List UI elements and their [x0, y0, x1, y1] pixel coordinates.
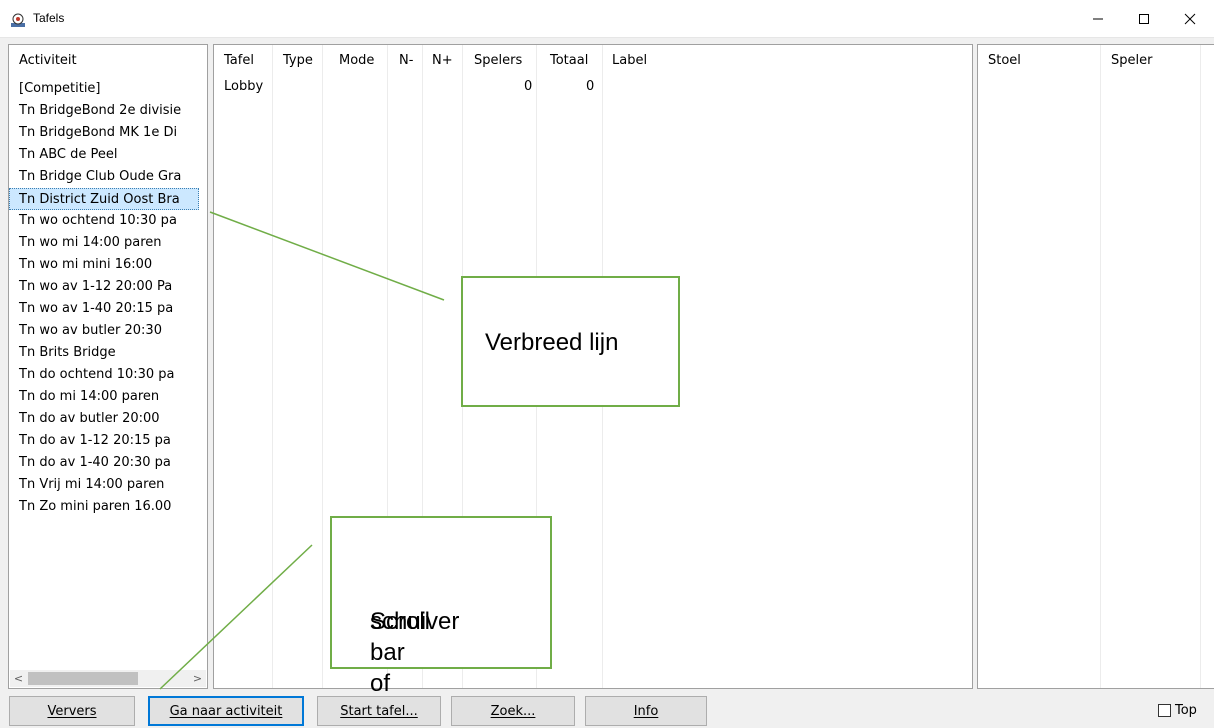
horizontal-scrollbar[interactable]: < > — [10, 670, 206, 687]
minimize-button[interactable] — [1075, 0, 1121, 38]
close-icon — [1184, 13, 1196, 25]
list-item[interactable]: Tn wo av 1-12 20:00 Pa — [9, 276, 207, 298]
column-header-n-min[interactable]: N- — [399, 53, 413, 68]
list-item[interactable]: Tn do mi 14:00 paren — [9, 386, 207, 408]
maximize-button[interactable] — [1121, 0, 1167, 38]
list-item[interactable]: Tn District Zuid Oost Bra — [9, 188, 199, 210]
callout-scrollbar-line2: schuiver — [370, 608, 460, 635]
list-item[interactable]: Tn wo mi 14:00 paren — [9, 232, 207, 254]
minimize-icon — [1093, 18, 1103, 20]
column-header-n-plus[interactable]: N+ — [432, 53, 453, 68]
scroll-right-icon[interactable]: > — [189, 670, 206, 687]
top-checkbox-label: Top — [1175, 703, 1197, 718]
search-button[interactable]: Zoek... — [451, 696, 575, 726]
start-table-button[interactable]: Start tafel... — [317, 696, 441, 726]
checkbox-icon[interactable] — [1158, 704, 1171, 717]
list-item[interactable]: Tn BridgeBond MK 1e Di — [9, 122, 207, 144]
seats-grid[interactable]: Stoel Speler — [977, 44, 1214, 689]
callout-widen-line: Verbreed lijn — [461, 276, 680, 407]
list-item[interactable]: Tn ABC de Peel — [9, 144, 207, 166]
close-button[interactable] — [1167, 0, 1213, 38]
table-row-tafel[interactable]: Lobby — [224, 79, 263, 94]
list-item[interactable]: Tn do av butler 20:00 — [9, 408, 207, 430]
list-item[interactable]: [Competitie] — [9, 78, 207, 100]
scroll-thumb[interactable] — [28, 672, 138, 685]
info-button[interactable]: Info — [585, 696, 707, 726]
list-item[interactable]: Tn wo ochtend 10:30 pa — [9, 210, 207, 232]
title-bar: Tafels — [0, 0, 1214, 38]
list-item[interactable]: Tn Vrij mi 14:00 paren — [9, 474, 207, 496]
column-header-tafel[interactable]: Tafel — [224, 53, 254, 68]
callout-scrollbar: Scroll bar of schuiver — [330, 516, 552, 697]
table-row-spelers: 0 — [524, 79, 533, 94]
list-item[interactable]: Tn wo av 1-40 20:15 pa — [9, 298, 207, 320]
list-item[interactable]: Tn Bridge Club Oude Gra — [9, 166, 207, 188]
column-header-type[interactable]: Type — [283, 53, 313, 68]
column-header-stoel[interactable]: Stoel — [988, 53, 1021, 68]
window-title: Tafels — [33, 11, 65, 25]
scroll-left-icon[interactable]: < — [10, 670, 27, 687]
table-row-totaal: 0 — [586, 79, 595, 94]
list-item[interactable]: Tn do av 1-40 20:30 pa — [9, 452, 207, 474]
app-icon — [11, 13, 25, 27]
column-header-label[interactable]: Label — [612, 53, 647, 68]
column-header-spelers[interactable]: Spelers — [474, 53, 522, 68]
callout-widen-line-text: Verbreed lijn — [485, 329, 619, 356]
refresh-button[interactable]: Ververs — [9, 696, 135, 726]
top-checkbox[interactable]: Top — [1158, 703, 1197, 718]
activity-column-header[interactable]: Activiteit — [19, 53, 77, 68]
list-item[interactable]: Tn wo mi mini 16:00 — [9, 254, 207, 276]
list-item[interactable]: Tn do av 1-12 20:15 pa — [9, 430, 207, 452]
list-item[interactable]: Tn Zo mini paren 16.00 — [9, 496, 207, 518]
list-item[interactable]: Tn BridgeBond 2e divisie — [9, 100, 207, 122]
column-header-mode[interactable]: Mode — [339, 53, 374, 68]
list-item[interactable]: Tn Brits Bridge — [9, 342, 207, 364]
column-header-totaal[interactable]: Totaal — [550, 53, 588, 68]
list-item[interactable]: Tn do ochtend 10:30 pa — [9, 364, 207, 386]
list-item[interactable]: Tn wo av butler 20:30 — [9, 320, 207, 342]
maximize-icon — [1139, 14, 1149, 24]
column-header-speler[interactable]: Speler — [1111, 53, 1152, 68]
goto-activity-button[interactable]: Ga naar activiteit — [148, 696, 304, 726]
activity-list[interactable]: Activiteit [Competitie] Tn BridgeBond 2e … — [8, 44, 208, 689]
